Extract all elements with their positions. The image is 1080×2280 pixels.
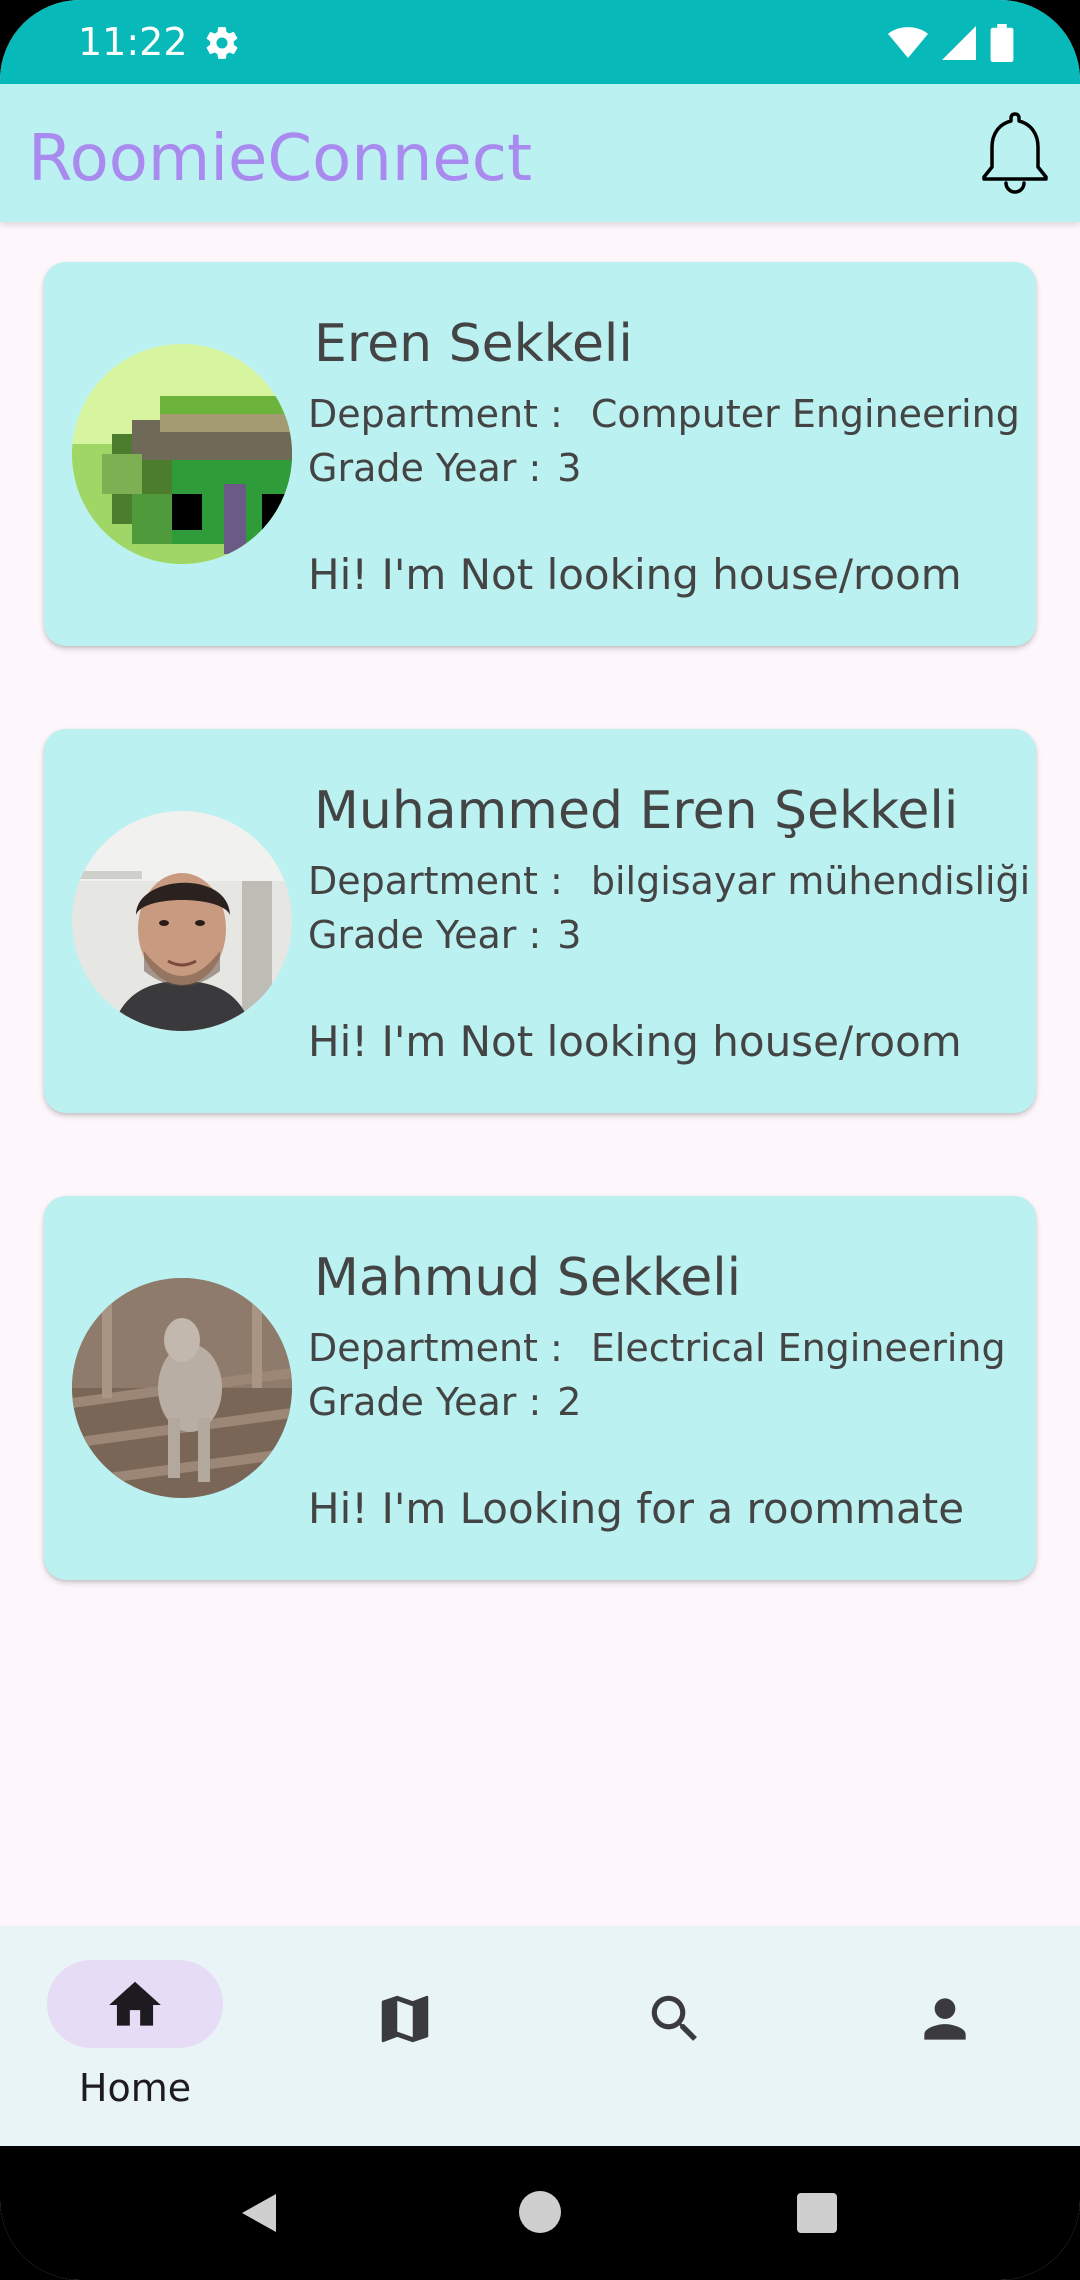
avatar <box>72 344 292 564</box>
department-row: Department : Computer Engineering <box>308 392 1020 436</box>
grade-label: Grade Year : <box>308 1380 542 1424</box>
settings-gear-icon <box>206 27 238 59</box>
cellular-signal-icon <box>942 26 976 60</box>
back-icon[interactable] <box>236 2190 282 2236</box>
map-icon <box>381 1995 429 2043</box>
system-navigation-bar <box>0 2146 1080 2280</box>
department-label: Department : <box>308 859 563 903</box>
profile-card[interactable]: Muhammed Eren Şekkeli Department : bilgis… <box>44 729 1036 1113</box>
selfie-photo-avatar-image <box>72 811 292 1031</box>
nav-item-profile[interactable] <box>810 1926 1080 2146</box>
status-bar: 11:22 <box>0 0 1080 84</box>
battery-icon <box>990 24 1014 62</box>
department-value: Computer Engineering <box>590 392 1020 436</box>
grade-row: Grade Year : 3 <box>308 446 581 490</box>
roommate-list: Eren Sekkeli Department : Computer Engine… <box>0 222 1080 1926</box>
avatar <box>72 811 292 1031</box>
nav-item-map[interactable] <box>270 1926 540 2146</box>
pixel-art-avatar-image <box>72 344 292 564</box>
search-icon <box>651 1995 697 2041</box>
grade-label: Grade Year : <box>308 446 542 490</box>
nav-item-search[interactable] <box>540 1926 810 2146</box>
status-icons <box>888 24 1014 62</box>
profile-name: Mahmud Sekkeli <box>314 1248 742 1308</box>
bio-text: Hi! I'm Not looking house/room <box>308 1017 962 1066</box>
department-label: Department : <box>308 392 563 436</box>
avatar <box>72 1278 292 1498</box>
recents-square-icon[interactable] <box>796 2192 838 2234</box>
grade-row: Grade Year : 2 <box>308 1380 581 1424</box>
wifi-icon <box>888 27 928 58</box>
app-bar: RoomieConnect <box>0 84 1080 222</box>
grade-value: 3 <box>557 913 582 957</box>
notifications-bell-icon[interactable] <box>962 100 1068 206</box>
department-label: Department : <box>308 1326 563 1370</box>
grade-value: 2 <box>557 1380 582 1424</box>
bottom-navigation: Home <box>0 1926 1080 2146</box>
phone-screen: 11:22 RoomieConnect Eren Sekkeli Departm… <box>0 0 1080 2280</box>
profile-card[interactable]: Mahmud Sekkeli Department : Electrical En… <box>44 1196 1036 1580</box>
bio-text: Hi! I'm Looking for a roommate <box>308 1484 965 1533</box>
nav-label-home: Home <box>78 2066 192 2110</box>
bio-text: Hi! I'm Not looking house/room <box>308 550 962 599</box>
home-circle-icon[interactable] <box>518 2190 562 2234</box>
department-row: Department : bilgisayar mühendisliği <box>308 859 1030 903</box>
grade-label: Grade Year : <box>308 913 542 957</box>
profile-name: Eren Sekkeli <box>314 314 633 374</box>
profile-name: Muhammed Eren Şekkeli <box>314 781 959 841</box>
profile-card[interactable]: Eren Sekkeli Department : Computer Engine… <box>44 262 1036 646</box>
nav-item-home[interactable]: Home <box>0 1926 270 2146</box>
dog-photo-avatar-image <box>72 1278 292 1498</box>
grade-row: Grade Year : 3 <box>308 913 581 957</box>
home-icon <box>109 1981 161 2026</box>
app-title: RoomieConnect <box>28 122 533 196</box>
department-value: bilgisayar mühendisliği <box>590 859 1031 903</box>
person-icon <box>924 1998 966 2040</box>
department-row: Department : Electrical Engineering <box>308 1326 1006 1370</box>
department-value: Electrical Engineering <box>590 1326 1006 1370</box>
status-time: 11:22 <box>78 20 188 64</box>
grade-value: 3 <box>557 446 582 490</box>
